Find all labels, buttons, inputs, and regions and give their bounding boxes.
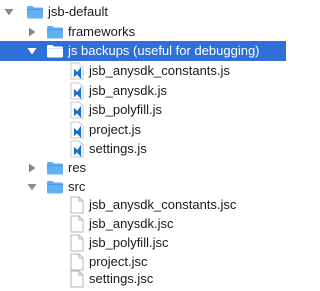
folder-name: js backups (useful for debugging) [68, 43, 260, 58]
disclosure-expanded-icon[interactable] [26, 45, 38, 57]
tree-row-jsb-default[interactable]: jsb-default [0, 2, 286, 22]
tree-row-file[interactable]: jsb_polyfill.js [0, 100, 286, 120]
folder-icon [26, 4, 44, 23]
tree-row-file[interactable]: jsb_anysdk.jsc [0, 214, 286, 234]
file-tree: jsb-default frameworks js backups (usefu… [0, 0, 286, 289]
blank-file-icon [69, 270, 85, 291]
file-name: jsb_anysdk_constants.jsc [89, 197, 237, 212]
folder-name: jsb-default [48, 4, 108, 19]
tree-row-js-backups[interactable]: js backups (useful for debugging) [0, 41, 286, 61]
tree-row-file[interactable]: jsb_polyfill.jsc [0, 233, 286, 253]
folder-name: frameworks [68, 24, 136, 39]
vscode-file-icon [69, 62, 85, 83]
tree-row-frameworks[interactable]: frameworks [0, 22, 286, 42]
tree-row-file[interactable]: settings.jsc [0, 269, 286, 289]
disclosure-expanded-icon[interactable] [3, 6, 15, 18]
folder-icon [46, 43, 64, 62]
file-name: jsb_anysdk.jsc [89, 216, 174, 231]
disclosure-collapsed-icon[interactable] [26, 162, 38, 174]
tree-row-res[interactable]: res [0, 158, 286, 178]
file-name: jsb_polyfill.js [89, 102, 162, 117]
tree-row-file[interactable]: settings.js [0, 139, 286, 159]
tree-row-src[interactable]: src [0, 177, 286, 197]
tree-row-file[interactable]: project.js [0, 120, 286, 140]
file-name: jsb_polyfill.jsc [89, 235, 169, 250]
tree-row-file[interactable]: jsb_anysdk_constants.js [0, 61, 286, 81]
file-name: project.js [89, 122, 142, 137]
file-name: settings.jsc [89, 271, 154, 286]
file-name: settings.js [89, 141, 147, 156]
folder-name: src [68, 179, 86, 194]
vscode-file-icon [69, 101, 85, 122]
folder-name: res [68, 160, 87, 175]
file-name: jsb_anysdk.js [89, 83, 168, 98]
file-name: jsb_anysdk_constants.js [89, 63, 230, 78]
tree-row-file[interactable]: jsb_anysdk.js [0, 81, 286, 101]
disclosure-collapsed-icon[interactable] [26, 26, 38, 38]
tree-row-file[interactable]: jsb_anysdk_constants.jsc [0, 195, 286, 215]
disclosure-expanded-icon[interactable] [26, 181, 38, 193]
